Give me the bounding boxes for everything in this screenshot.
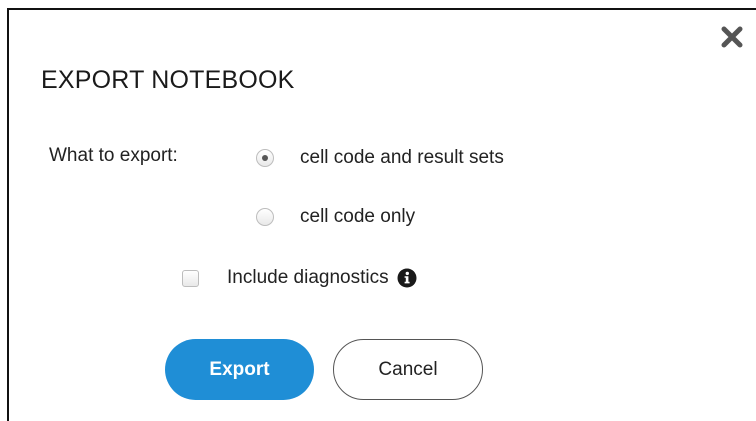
radio-cell-code-and-result-sets[interactable] [256, 149, 274, 167]
option-label: cell code only [300, 206, 416, 227]
include-diagnostics-checkbox[interactable] [182, 269, 199, 287]
what-to-export-label: What to export: [49, 145, 178, 166]
info-icon[interactable] [397, 268, 417, 288]
cancel-button[interactable]: Cancel [333, 339, 483, 400]
export-notebook-dialog: EXPORT NOTEBOOK What to export: cell cod… [0, 0, 756, 421]
dialog-title: EXPORT NOTEBOOK [41, 66, 295, 94]
dialog-border-top [7, 8, 756, 10]
close-icon [721, 26, 743, 48]
option-cell-code-and-result-sets[interactable]: cell code and result sets [256, 146, 504, 170]
export-button[interactable]: Export [165, 339, 314, 400]
include-diagnostics-label: Include diagnostics [227, 267, 389, 288]
close-button[interactable] [719, 24, 745, 50]
dialog-border-left [7, 8, 9, 421]
radio-cell-code-only[interactable] [256, 208, 274, 226]
include-diagnostics-row[interactable]: Include diagnostics [182, 265, 417, 291]
option-label: cell code and result sets [300, 147, 504, 168]
option-cell-code-only[interactable]: cell code only [256, 205, 415, 229]
